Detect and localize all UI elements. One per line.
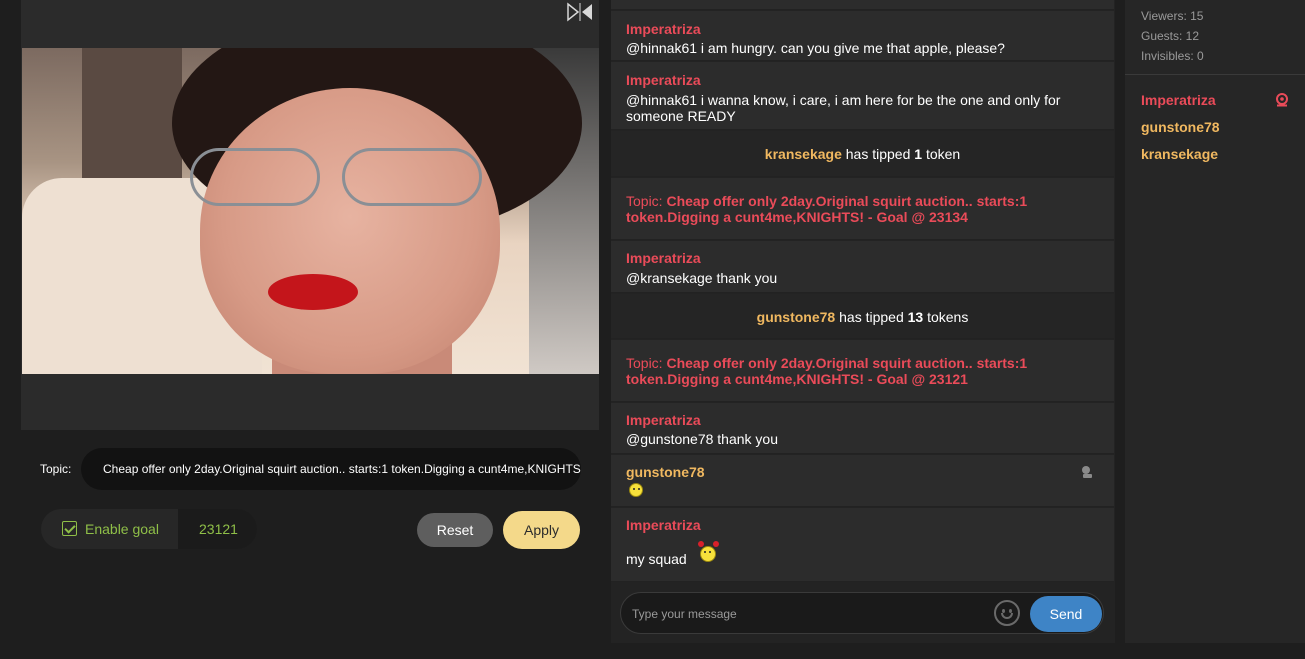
chat-message-partial <box>611 0 1114 10</box>
apply-button[interactable]: Apply <box>503 511 580 549</box>
message-text: my squad <box>626 551 687 567</box>
performer-face <box>200 88 500 374</box>
glasses-right-lens <box>342 148 482 206</box>
invisibles-count: Invisibles: 0 <box>1141 49 1204 63</box>
tip-notification: gunstone78 has tipped 13 tokens <box>611 294 1114 339</box>
tip-unit: tokens <box>927 309 969 325</box>
page: Topic: Cheap offer only 2day.Original sq… <box>0 0 1305 659</box>
tip-line: kransekage has tipped 1 token <box>611 146 1114 162</box>
message-author[interactable]: Imperatriza <box>626 21 701 37</box>
chat-message: Imperatriza @gunstone78 thank you <box>611 403 1114 454</box>
message-author[interactable]: Imperatriza <box>626 412 701 428</box>
message-text: @gunstone78 thank you <box>626 431 778 447</box>
chat-message: Imperatriza my squad <box>611 508 1114 582</box>
tip-unit: token <box>925 146 961 162</box>
topic-notification: Topic: Cheap offer only 2day.Original sq… <box>611 178 1114 240</box>
message-text: @kransekage thank you <box>626 270 778 286</box>
send-button[interactable]: Send <box>1030 596 1102 632</box>
user-list-panel: Viewers: 15 Guests: 12 Invisibles: 0 Imp… <box>1125 0 1305 643</box>
user-webcam-icon[interactable] <box>1081 465 1093 479</box>
tip-user[interactable]: kransekage <box>765 146 842 162</box>
glasses-left-lens <box>190 148 320 206</box>
topic-notification: Topic: Cheap offer only 2day.Original sq… <box>611 340 1114 402</box>
performer-lips <box>268 274 358 310</box>
message-author[interactable]: Imperatriza <box>626 517 701 533</box>
tip-text: has tipped <box>845 146 911 162</box>
message-text: @hinnak61 i wanna know, i care, i am her… <box>626 92 1061 124</box>
topic-prefix: Topic: <box>626 355 663 371</box>
squad-emoji-icon <box>700 546 716 562</box>
user-list-item[interactable]: Imperatriza <box>1141 92 1216 108</box>
chat-message: Imperatriza @hinnak61 i wanna know, i ca… <box>611 62 1114 130</box>
chat-panel: Imperatriza @hinnak61 i am hungry. can y… <box>611 0 1115 643</box>
message-input[interactable] <box>632 604 972 624</box>
user-list-item[interactable]: kransekage <box>1141 146 1218 162</box>
chat-input-bar: Send <box>620 592 1104 634</box>
tip-line: gunstone78 has tipped 13 tokens <box>611 309 1114 325</box>
goal-value-input[interactable]: 23121 <box>178 509 257 549</box>
tip-amount: 1 <box>914 146 923 162</box>
tip-text: has tipped <box>839 309 904 325</box>
chat-message: Imperatriza @hinnak61 i am hungry. can y… <box>611 11 1114 61</box>
broadcaster-webcam-icon <box>1276 93 1288 107</box>
background-shelf <box>82 48 182 188</box>
topic-message: Topic: Cheap offer only 2day.Original sq… <box>626 193 1096 225</box>
heart-icon <box>713 541 719 547</box>
message-text: @hinnak61 i am hungry. can you give me t… <box>626 40 1005 56</box>
guests-count: Guests: 12 <box>1141 29 1200 43</box>
chat-message: Imperatriza @kransekage thank you <box>611 241 1114 293</box>
chat-message: gunstone78 <box>611 455 1114 507</box>
topic-text: Cheap offer only 2day.Original squirt au… <box>626 355 1028 387</box>
topic-input[interactable]: Cheap offer only 2day.Original squirt au… <box>81 448 581 490</box>
tip-user[interactable]: gunstone78 <box>757 309 836 325</box>
topic-text: Cheap offer only 2day.Original squirt au… <box>626 193 1028 225</box>
message-author[interactable]: Imperatriza <box>626 72 701 88</box>
viewers-count: Viewers: 15 <box>1141 9 1204 23</box>
heart-icon <box>698 541 704 547</box>
enable-goal-label[interactable]: Enable goal <box>85 521 159 537</box>
topic-prefix: Topic: <box>626 193 663 209</box>
topic-message: Topic: Cheap offer only 2day.Original sq… <box>626 355 1096 387</box>
webcam-video <box>22 48 599 374</box>
message-author[interactable]: Imperatriza <box>626 250 701 266</box>
divider <box>1125 74 1305 75</box>
enable-goal-checkbox[interactable] <box>62 521 77 536</box>
topic-label: Topic: <box>40 462 72 476</box>
wink-emoji-icon <box>629 483 643 497</box>
emoji-picker-icon[interactable] <box>994 600 1020 626</box>
message-author[interactable]: gunstone78 <box>626 464 705 480</box>
tip-notification: kransekage has tipped 1 token <box>611 131 1114 177</box>
video-panel <box>21 0 599 430</box>
topic-row: Topic: Cheap offer only 2day.Original sq… <box>21 448 581 490</box>
tip-amount: 13 <box>907 309 924 325</box>
flip-video-icon[interactable] <box>567 2 593 22</box>
user-list-item[interactable]: gunstone78 <box>1141 119 1220 135</box>
reset-button[interactable]: Reset <box>417 513 493 547</box>
goal-control: Enable goal 23121 <box>41 509 257 549</box>
